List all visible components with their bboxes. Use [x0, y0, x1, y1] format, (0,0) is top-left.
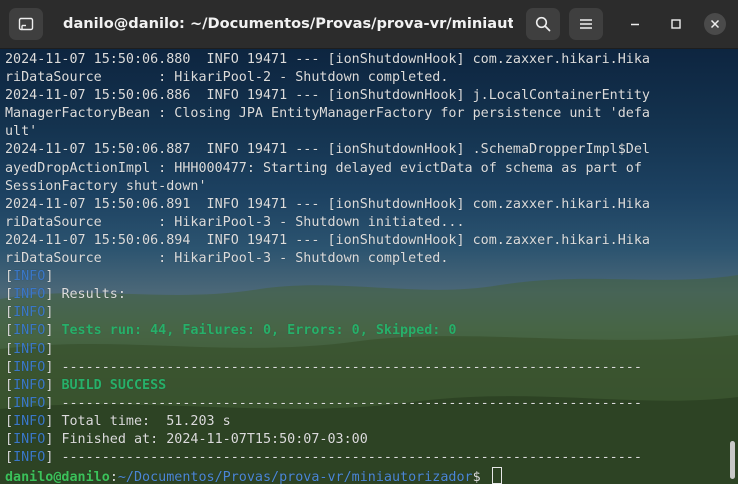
bracket-close: ] — [45, 450, 62, 466]
title-bar[interactable]: danilo@danilo: ~/Documentos/Provas/prova… — [0, 0, 738, 49]
info-level-tag: INFO — [13, 395, 46, 411]
hamburger-menu-icon — [579, 17, 593, 31]
bracket-open: [ — [5, 395, 14, 411]
log-line: riDataSource : HikariPool-3 - Shutdown c… — [5, 251, 449, 267]
maven-output-line: [INFO] — [5, 268, 725, 286]
log-line: SessionFactory shut-down' — [5, 178, 207, 194]
info-level-tag: INFO — [13, 323, 46, 339]
text-cursor — [491, 467, 502, 484]
terminal-area[interactable]: 2024-11-07 15:50:06.880 INFO 19471 --- [… — [0, 49, 738, 484]
bracket-close: ] — [45, 359, 62, 375]
bracket-open: [ — [5, 431, 14, 447]
maven-line-text: ----------------------------------------… — [61, 395, 642, 411]
log-line: riDataSource : HikariPool-3 - Shutdown i… — [5, 214, 465, 230]
maven-output-line: [INFO] Total time: 51.203 s — [5, 413, 725, 431]
terminal-window: danilo@danilo: ~/Documentos/Provas/prova… — [0, 0, 738, 484]
terminal-output: 2024-11-07 15:50:06.880 INFO 19471 --- [… — [5, 51, 725, 484]
maximize-button[interactable] — [665, 13, 687, 35]
new-tab-icon — [18, 16, 34, 32]
log-line: riDataSource : HikariPool-2 - Shutdown c… — [5, 70, 449, 86]
shell-prompt[interactable]: danilo@danilo:~/Documentos/Provas/prova-… — [5, 467, 725, 484]
info-level-tag: INFO — [13, 359, 46, 375]
bracket-open: [ — [5, 305, 14, 321]
search-icon — [535, 16, 551, 32]
bracket-open: [ — [5, 450, 14, 466]
bracket-close: ] — [45, 395, 62, 411]
bracket-close: ] — [45, 377, 62, 393]
log-line: 2024-11-07 15:50:06.886 INFO 19471 --- [… — [5, 88, 650, 104]
prompt-user-host: danilo@danilo — [5, 470, 110, 484]
prompt-separator: : — [109, 470, 118, 484]
maven-line-text: ----------------------------------------… — [61, 359, 642, 375]
bracket-open: [ — [5, 269, 14, 285]
window-title: danilo@danilo: ~/Documentos/Provas/prova… — [63, 15, 513, 32]
maven-output-line: [INFO] Tests run: 44, Failures: 0, Error… — [5, 322, 725, 340]
new-tab-button[interactable] — [9, 8, 43, 40]
info-level-tag: INFO — [13, 269, 46, 285]
bracket-close: ] — [45, 323, 62, 339]
search-button[interactable] — [526, 8, 560, 40]
info-level-tag: INFO — [13, 377, 46, 393]
info-level-tag: INFO — [13, 413, 46, 429]
maven-output-line: [INFO] BUILD SUCCESS — [5, 377, 725, 395]
info-level-tag: INFO — [13, 341, 46, 357]
info-level-tag: INFO — [13, 305, 46, 321]
log-line: 2024-11-07 15:50:06.880 INFO 19471 --- [… — [5, 52, 650, 67]
maven-output-line: [INFO] — [5, 341, 725, 359]
close-icon — [709, 15, 721, 34]
bracket-close: ] — [45, 305, 62, 321]
log-line: 2024-11-07 15:50:06.894 INFO 19471 --- [… — [5, 232, 650, 248]
bracket-close: ] — [45, 413, 62, 429]
maximize-icon — [670, 15, 682, 34]
maven-line-text: Tests run: 44, Failures: 0, Errors: 0, S… — [61, 323, 457, 339]
maven-output-line: [INFO] ---------------------------------… — [5, 449, 725, 467]
bracket-close: ] — [45, 287, 62, 303]
prompt-symbol: $ — [472, 470, 489, 484]
bracket-close: ] — [45, 431, 62, 447]
maven-output-line: [INFO] ---------------------------------… — [5, 359, 725, 377]
bracket-open: [ — [5, 359, 14, 375]
log-line: ult' — [5, 124, 38, 140]
maven-output-line: [INFO] Finished at: 2024-11-07T15:50:07-… — [5, 431, 725, 449]
maven-output-line: [INFO] — [5, 304, 725, 322]
log-line: ayedDropActionImpl : HHH000477: Starting… — [5, 160, 642, 176]
minimize-button[interactable] — [624, 13, 646, 35]
info-level-tag: INFO — [13, 450, 46, 466]
bracket-close: ] — [45, 269, 62, 285]
maven-output-line: [INFO] Results: — [5, 286, 725, 304]
maven-output-line: [INFO] ---------------------------------… — [5, 395, 725, 413]
scrollbar-thumb[interactable] — [730, 441, 735, 479]
close-button[interactable] — [704, 13, 726, 35]
bracket-open: [ — [5, 377, 14, 393]
bracket-open: [ — [5, 323, 14, 339]
maven-line-text: Results: — [61, 287, 126, 303]
menu-button[interactable] — [569, 8, 603, 40]
log-line: ManagerFactoryBean : Closing JPA EntityM… — [5, 106, 650, 122]
prompt-path: ~/Documentos/Provas/prova-vr/miniautoriz… — [117, 470, 473, 484]
maven-line-text: Total time: 51.203 s — [61, 413, 231, 429]
log-line: 2024-11-07 15:50:06.887 INFO 19471 --- [… — [5, 142, 650, 158]
info-level-tag: INFO — [13, 287, 46, 303]
minimize-icon — [629, 15, 641, 34]
maven-line-text: Finished at: 2024-11-07T15:50:07-03:00 — [61, 431, 368, 447]
log-line: 2024-11-07 15:50:06.891 INFO 19471 --- [… — [5, 196, 650, 212]
bracket-open: [ — [5, 341, 14, 357]
bracket-open: [ — [5, 287, 14, 303]
bracket-open: [ — [5, 413, 14, 429]
maven-line-text: ----------------------------------------… — [61, 450, 642, 466]
bracket-close: ] — [45, 341, 62, 357]
maven-line-text: BUILD SUCCESS — [61, 377, 167, 393]
info-level-tag: INFO — [13, 431, 46, 447]
